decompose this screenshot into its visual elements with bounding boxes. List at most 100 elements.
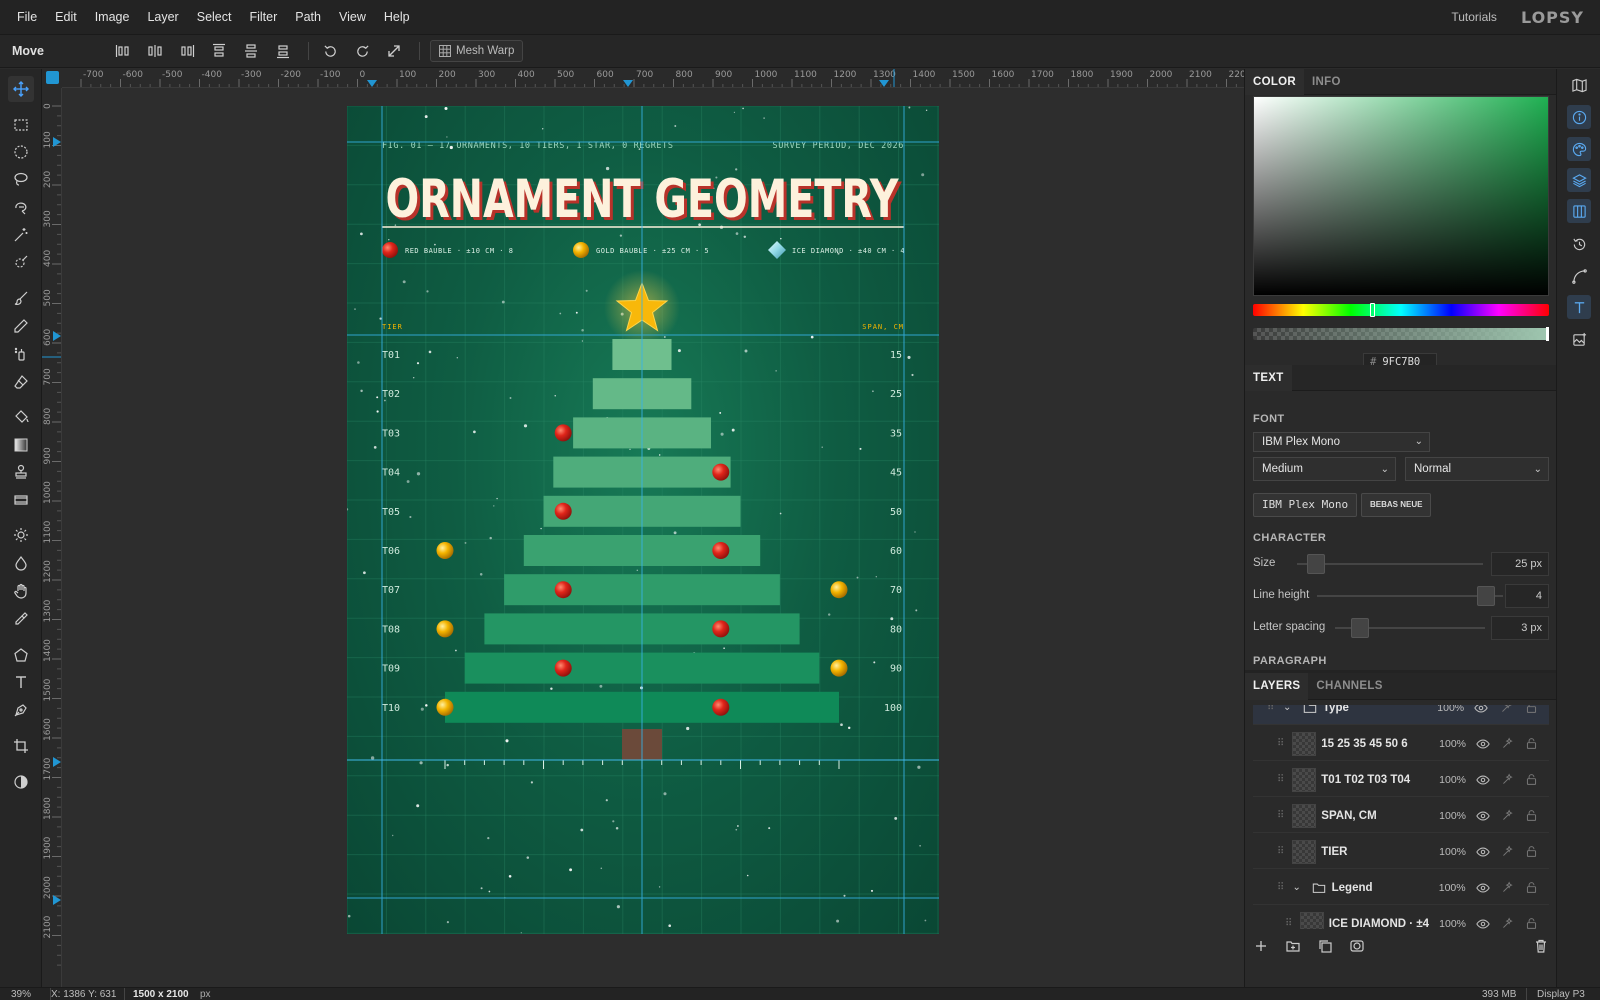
alpha-slider[interactable]: [1253, 327, 1549, 341]
tab-channels[interactable]: CHANNELS: [1308, 673, 1390, 700]
eye-icon[interactable]: [1476, 917, 1490, 930]
rotate-right-icon[interactable]: [351, 40, 373, 62]
layer-opacity[interactable]: 100%: [1438, 918, 1466, 930]
spray-tool[interactable]: [8, 341, 34, 367]
chevron-down-icon[interactable]: ⌄: [1283, 705, 1297, 713]
canvas-area[interactable]: FIG. 01 — 17 ORNAMENTS, 10 TIERS, 1 STAR…: [62, 88, 1244, 987]
effects-icon[interactable]: [1501, 737, 1514, 751]
font-weight-select[interactable]: Medium ⌄: [1253, 457, 1396, 481]
rotate-left-icon[interactable]: [319, 40, 341, 62]
effects-icon[interactable]: [1501, 809, 1514, 823]
drag-handle-icon[interactable]: ⠿: [1267, 705, 1277, 713]
menu-image[interactable]: Image: [86, 10, 139, 24]
effects-icon[interactable]: [1501, 845, 1514, 859]
eye-icon[interactable]: [1476, 809, 1490, 823]
layer-opacity[interactable]: 100%: [1436, 846, 1466, 858]
menu-select[interactable]: Select: [188, 10, 241, 24]
color-panel-button[interactable]: [1567, 137, 1591, 161]
text-panel-button[interactable]: [1567, 295, 1591, 319]
layer-opacity[interactable]: 100%: [1436, 738, 1466, 750]
mesh-warp-button[interactable]: Mesh Warp: [430, 40, 524, 62]
trash-icon[interactable]: [1533, 938, 1549, 954]
history-panel-button[interactable]: [1567, 232, 1591, 256]
menu-filter[interactable]: Filter: [240, 10, 286, 24]
tab-layers[interactable]: LAYERS: [1245, 673, 1309, 700]
gradient-tool[interactable]: [8, 432, 34, 458]
lock-icon[interactable]: [1525, 917, 1538, 930]
image-panel-button[interactable]: [1567, 327, 1591, 351]
align-bottom-icon[interactable]: [272, 40, 294, 62]
crop-tool[interactable]: [8, 733, 34, 759]
menu-edit[interactable]: Edit: [46, 10, 86, 24]
lock-icon[interactable]: [1525, 881, 1538, 895]
magic-wand-tool[interactable]: [8, 222, 34, 248]
letter-spacing-value[interactable]: 3 px: [1491, 616, 1549, 640]
bucket-tool[interactable]: [8, 404, 34, 430]
pen-tool[interactable]: [8, 697, 34, 723]
add-layer-icon[interactable]: [1253, 938, 1269, 954]
drag-handle-icon[interactable]: ⠿: [1277, 882, 1286, 893]
letter-spacing-thumb[interactable]: [1350, 618, 1369, 638]
alpha-thumb[interactable]: [1546, 327, 1549, 341]
quick-select-tool[interactable]: [8, 249, 34, 275]
lock-icon[interactable]: [1525, 773, 1538, 787]
zoom-level[interactable]: 39%: [11, 988, 31, 1000]
layer-opacity[interactable]: 100%: [1436, 810, 1466, 822]
letter-spacing-slider[interactable]: [1335, 618, 1485, 638]
layer-group-row[interactable]: ⠿ ⌄ Legend 100%: [1253, 871, 1549, 905]
font-chip-bebas[interactable]: BEBAS NEUE: [1361, 493, 1432, 517]
layer-row[interactable]: ⠿ 15 25 35 45 50 6 100%: [1253, 727, 1549, 761]
layer-opacity[interactable]: 100%: [1435, 882, 1466, 894]
drag-handle-icon[interactable]: ⠿: [1277, 810, 1286, 821]
color-field[interactable]: [1253, 96, 1549, 296]
layers-panel-button[interactable]: [1567, 168, 1591, 192]
mask-icon[interactable]: [1349, 938, 1365, 954]
drag-handle-icon[interactable]: ⠿: [1285, 918, 1294, 929]
drag-handle-icon[interactable]: ⠿: [1277, 738, 1286, 749]
pencil-tool[interactable]: [8, 313, 34, 339]
lock-icon[interactable]: [1525, 809, 1538, 823]
align-right-icon[interactable]: [176, 40, 198, 62]
align-hcenter-icon[interactable]: [144, 40, 166, 62]
align-top-icon[interactable]: [208, 40, 230, 62]
hue-thumb[interactable]: [1370, 303, 1375, 317]
align-left-icon[interactable]: [112, 40, 134, 62]
hand-tool[interactable]: [8, 578, 34, 604]
ruler-left[interactable]: 0 100 200 300 400 500 600 700 800 900 1000 1100 1200…: [42, 88, 62, 987]
line-height-slider[interactable]: [1317, 586, 1503, 606]
layer-row[interactable]: ⠿ TIER 100%: [1253, 835, 1549, 869]
eyedropper-tool[interactable]: [8, 606, 34, 632]
layer-row[interactable]: ⠿ ICE DIAMOND · ±4 100%: [1253, 907, 1549, 929]
eye-icon[interactable]: [1475, 881, 1490, 895]
move-tool[interactable]: [8, 76, 34, 102]
film-tool[interactable]: [8, 487, 34, 513]
effects-icon[interactable]: [1499, 705, 1513, 715]
polygon-tool[interactable]: [8, 642, 34, 668]
layer-opacity[interactable]: 100%: [1432, 705, 1464, 714]
font-chip-plex[interactable]: IBM Plex Mono: [1253, 493, 1358, 517]
effects-icon[interactable]: [1501, 773, 1514, 787]
layer-row[interactable]: ⠿ SPAN, CM 100%: [1253, 799, 1549, 833]
ellipse-select-tool[interactable]: [8, 139, 34, 165]
eye-icon[interactable]: [1474, 705, 1488, 715]
layer-opacity[interactable]: 100%: [1436, 774, 1466, 786]
brush-tool[interactable]: [8, 285, 34, 311]
layer-group-row[interactable]: ⠿ ⌄ Type 100%: [1253, 705, 1549, 725]
menu-help[interactable]: Help: [375, 10, 419, 24]
eraser-tool[interactable]: [8, 369, 34, 395]
tutorials-link[interactable]: Tutorials: [1451, 10, 1497, 24]
ruler-corner[interactable]: [42, 69, 62, 88]
line-height-thumb[interactable]: [1476, 586, 1495, 606]
menu-file[interactable]: File: [8, 10, 46, 24]
size-slider[interactable]: [1297, 554, 1483, 574]
menu-layer[interactable]: Layer: [138, 10, 187, 24]
lasso-tool[interactable]: [8, 166, 34, 192]
expand-icon[interactable]: [383, 40, 405, 62]
align-vcenter-icon[interactable]: [240, 40, 262, 62]
duplicate-layer-icon[interactable]: [1317, 938, 1333, 954]
eye-icon[interactable]: [1476, 737, 1490, 751]
new-group-icon[interactable]: [1285, 938, 1301, 954]
dodge-tool[interactable]: [8, 522, 34, 548]
paths-panel-button[interactable]: [1567, 264, 1591, 288]
effects-icon[interactable]: [1501, 881, 1514, 895]
